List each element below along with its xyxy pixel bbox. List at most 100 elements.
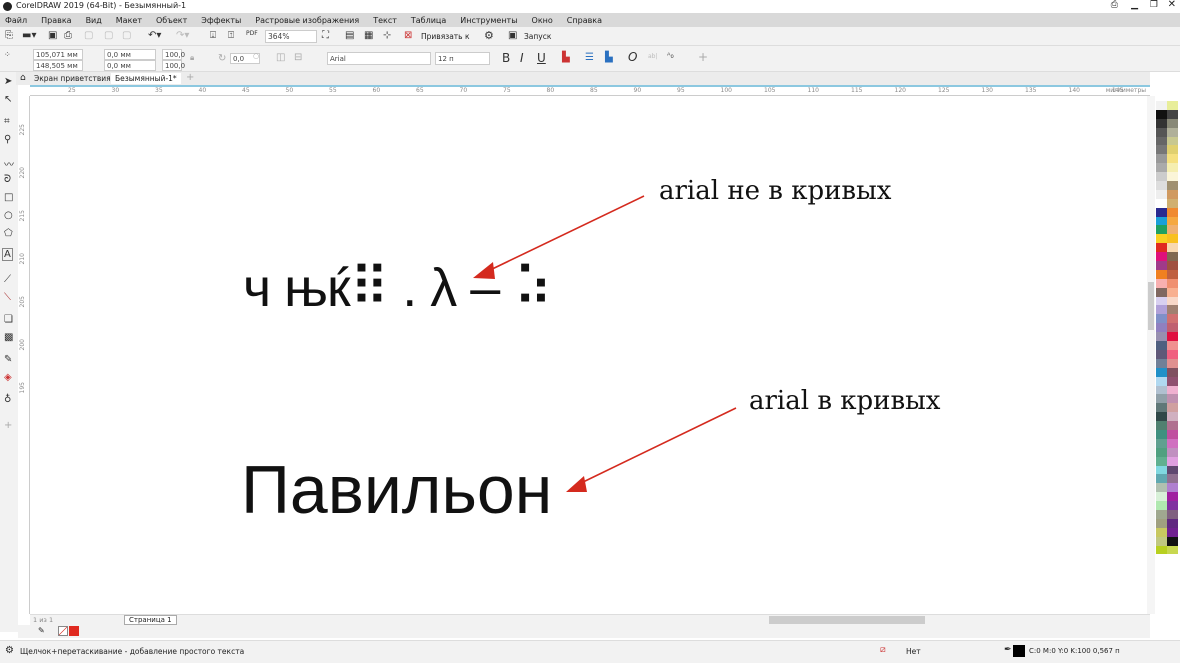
palette-swatch[interactable] — [1167, 243, 1178, 253]
palette-swatch[interactable] — [1156, 438, 1167, 448]
save-icon[interactable]: ▣ — [48, 30, 57, 41]
palette-swatch[interactable] — [1156, 287, 1167, 297]
palette-swatch[interactable] — [1156, 509, 1167, 519]
mirror-vertical-icon[interactable]: ⊟ — [294, 52, 302, 63]
palette-swatch[interactable] — [1167, 181, 1178, 190]
palette-swatch[interactable] — [1156, 332, 1167, 342]
no-color-swatch[interactable] — [58, 626, 68, 636]
undo-icon[interactable]: ↶▾ — [148, 30, 161, 41]
arrow-line-top[interactable] — [485, 195, 645, 273]
font-family-select[interactable]: Arial — [327, 52, 431, 65]
export-pdf-icon[interactable]: PDF — [246, 30, 258, 37]
palette-swatch[interactable] — [1156, 358, 1167, 368]
palette-swatch[interactable] — [1167, 421, 1178, 430]
mirror-horizontal-icon[interactable]: ◫ — [276, 52, 285, 63]
bold-button[interactable]: B — [502, 51, 510, 65]
character-formatting-icon[interactable]: O — [628, 50, 637, 64]
snap-to-dropdown[interactable]: Привязать к — [421, 32, 470, 41]
zoom-level-select[interactable]: 364% — [265, 30, 317, 43]
eyedropper-icon[interactable]: ✎ — [4, 354, 12, 365]
palette-swatch[interactable] — [1156, 447, 1167, 457]
palette-swatch[interactable] — [1156, 234, 1167, 244]
page-tab-1[interactable]: Страница 1 — [124, 615, 177, 625]
palette-swatch[interactable] — [1156, 536, 1167, 546]
crop-tool-icon[interactable]: ⌗ — [4, 116, 10, 127]
palette-swatch[interactable] — [1167, 109, 1178, 119]
palette-swatch[interactable] — [1156, 243, 1167, 253]
palette-swatch[interactable] — [1156, 198, 1167, 208]
palette-swatch[interactable] — [1156, 323, 1167, 333]
menu-layout[interactable]: Макет — [116, 16, 142, 25]
palette-swatch[interactable] — [1167, 527, 1178, 537]
scale-y-field[interactable]: 100,0 — [162, 60, 185, 71]
vertical-scroll-thumb[interactable] — [1148, 282, 1154, 330]
palette-swatch[interactable] — [1156, 483, 1167, 493]
palette-swatch[interactable] — [1156, 278, 1167, 288]
polygon-tool-icon[interactable]: ⬠ — [4, 228, 13, 239]
options-gear-icon[interactable]: ⚙ — [484, 29, 494, 42]
palette-swatch[interactable] — [1156, 252, 1167, 262]
menu-window[interactable]: Окно — [532, 16, 553, 25]
palette-swatch[interactable] — [1156, 465, 1167, 475]
palette-swatch[interactable] — [1156, 545, 1167, 555]
import-icon[interactable]: ⍗ — [210, 30, 216, 41]
outline-color-swatch[interactable] — [1013, 645, 1025, 657]
outline-pen-icon[interactable]: ✒ — [1004, 645, 1012, 655]
drawing-canvas[interactable]: ч њќ⠿ . λ – ⠵ Павильон arial не в кривых… — [31, 96, 1146, 614]
palette-swatch[interactable] — [1167, 341, 1178, 350]
palette-swatch[interactable] — [1167, 536, 1178, 546]
palette-swatch[interactable] — [1156, 181, 1167, 190]
height-field[interactable]: 0,0 мм — [104, 60, 156, 71]
palette-swatch[interactable] — [1167, 349, 1178, 359]
palette-swatch[interactable] — [1156, 296, 1167, 306]
underline-button[interactable]: U — [537, 51, 546, 65]
palette-swatch[interactable] — [1156, 163, 1167, 173]
palette-swatch[interactable] — [1156, 518, 1167, 528]
palette-swatch[interactable] — [1167, 225, 1178, 235]
palette-swatch[interactable] — [1156, 189, 1167, 199]
palette-swatch[interactable] — [1156, 145, 1167, 155]
palette-swatch[interactable] — [1156, 261, 1167, 270]
artistic-media-icon[interactable]: ᘐ — [4, 174, 11, 185]
palette-swatch[interactable] — [1167, 465, 1178, 475]
connector-tool-icon[interactable]: ⟍ — [4, 292, 11, 303]
pick-tool-icon[interactable]: ➤ — [4, 76, 12, 87]
palette-swatch[interactable] — [1167, 287, 1178, 297]
bullet-list-icon[interactable]: ☰ — [585, 52, 594, 63]
palette-swatch[interactable] — [1167, 305, 1178, 315]
palette-swatch[interactable] — [1167, 101, 1178, 110]
palette-swatch[interactable] — [1167, 189, 1178, 199]
close-button[interactable]: ✕ — [1168, 0, 1176, 10]
rulers-icon[interactable]: ▦ — [364, 30, 373, 41]
palette-swatch[interactable] — [1167, 501, 1178, 510]
palette-swatch[interactable] — [1167, 385, 1178, 395]
palette-swatch[interactable] — [1167, 296, 1178, 306]
palette-swatch[interactable] — [1167, 172, 1178, 182]
menu-view[interactable]: Вид — [86, 16, 102, 25]
launch-dropdown[interactable]: Запуск — [524, 32, 551, 41]
parallel-dimension-icon[interactable]: ⟋ — [4, 274, 11, 285]
palette-swatch[interactable] — [1156, 527, 1167, 537]
new-document-icon[interactable]: ⎘ — [5, 30, 13, 41]
palette-swatch[interactable] — [1156, 367, 1167, 377]
menu-object[interactable]: Объект — [156, 16, 187, 25]
text-align-icon[interactable]: ▙ — [562, 52, 570, 63]
palette-swatch[interactable] — [1156, 154, 1167, 164]
copy-icon[interactable]: ▢ — [104, 30, 113, 41]
palette-swatch[interactable] — [1156, 136, 1167, 146]
ellipse-tool-icon[interactable]: ○ — [4, 210, 13, 221]
palette-swatch[interactable] — [1156, 394, 1167, 404]
palette-swatch[interactable] — [1167, 394, 1178, 404]
new-tab-icon[interactable]: + — [186, 72, 194, 83]
page-nav-buttons[interactable]: 1 из 1 — [33, 616, 53, 624]
palette-swatch[interactable] — [1156, 127, 1167, 137]
palette-swatch[interactable] — [1167, 358, 1178, 368]
redo-icon[interactable]: ↷▾ — [176, 30, 189, 41]
tab-welcome-screen[interactable]: Экран приветствия — [30, 73, 115, 84]
palette-swatch[interactable] — [1167, 163, 1178, 173]
menu-edit[interactable]: Правка — [41, 16, 71, 25]
home-icon[interactable]: ⌂ — [20, 73, 26, 83]
drop-cap-icon[interactable]: ▙ — [605, 52, 613, 63]
paste-icon[interactable]: ▢ — [122, 30, 131, 41]
font-size-select[interactable]: 12 п — [435, 52, 490, 65]
